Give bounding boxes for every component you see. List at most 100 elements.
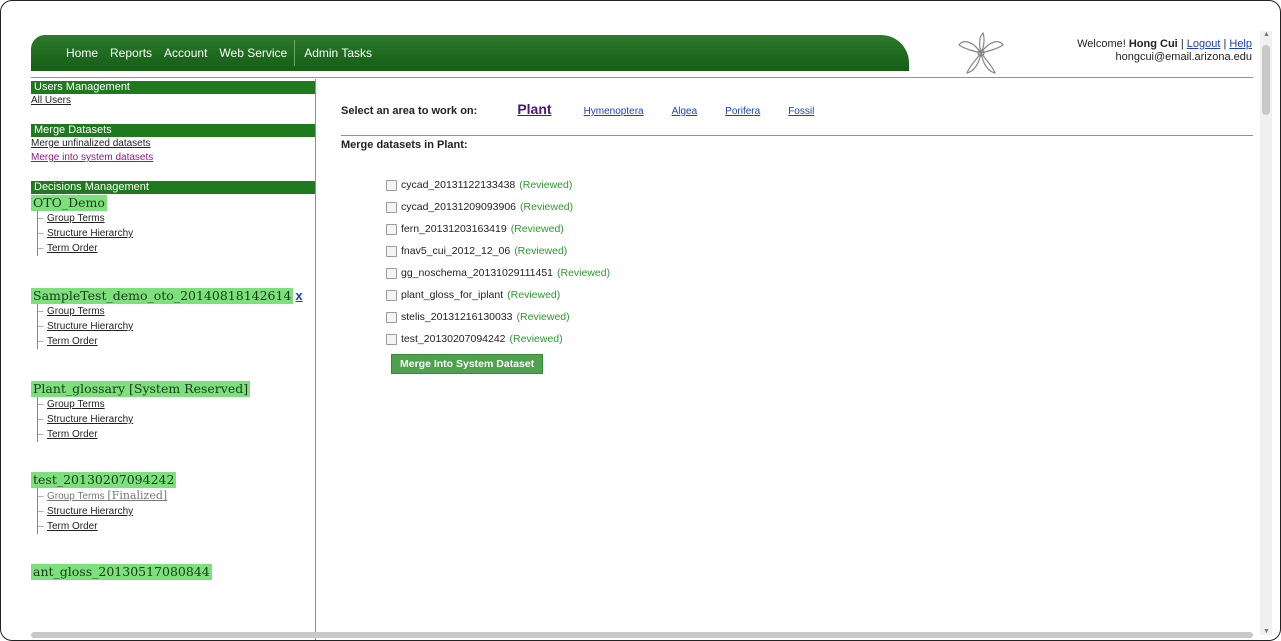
separator: | <box>1180 38 1184 50</box>
project-links: Group Terms Structure Hierarchy Term Ord… <box>37 397 315 442</box>
group-terms-link[interactable]: Group Terms <box>38 211 315 226</box>
term-order-link[interactable]: Term Order <box>38 241 315 256</box>
logout-link[interactable]: Logout <box>1187 38 1221 50</box>
dataset-name: stelis_20131216130033 <box>401 311 513 323</box>
scroll-down-icon[interactable]: ▼ <box>1263 628 1270 635</box>
merge-unfinalized-link[interactable]: Merge unfinalized datasets <box>31 137 315 151</box>
dataset-checkbox[interactable] <box>386 311 397 323</box>
area-select-label: Select an area to work on: <box>341 105 478 117</box>
merge-section-title: Merge datasets in Plant: <box>341 139 468 151</box>
nav-account[interactable]: Account <box>159 46 212 60</box>
finalized-note: [Finalized] <box>107 489 168 502</box>
area-selector: Select an area to work on: Plant Hymenop… <box>341 101 842 117</box>
dataset-status: (Reviewed) <box>514 245 568 257</box>
dataset-row: fern_20131203163419 (Reviewed) <box>386 218 610 240</box>
dataset-name: fnav5_cui_2012_12_06 <box>401 245 511 257</box>
term-order-link[interactable]: Term Order <box>38 519 315 534</box>
merge-system-link[interactable]: Merge into system datasets <box>31 151 315 165</box>
structure-hierarchy-link[interactable]: Structure Hierarchy <box>38 319 315 334</box>
project-block: ant_gloss_20130517080844 <box>31 564 315 580</box>
dataset-row: plant_gloss_for_iplant (Reviewed) <box>386 284 610 306</box>
group-terms-link[interactable]: Group Terms [Finalized] <box>38 488 315 504</box>
user-name: Hong Cui <box>1128 38 1178 50</box>
project-links: Group Terms [Finalized] Structure Hierar… <box>37 488 315 534</box>
dataset-status: (Reviewed) <box>516 311 570 323</box>
project-links: Group Terms Structure Hierarchy Term Ord… <box>37 211 315 256</box>
horizontal-scrollbar[interactable] <box>31 632 1253 638</box>
dataset-status: (Reviewed) <box>509 333 563 345</box>
delete-project-link[interactable]: x <box>295 288 302 303</box>
dataset-name: test_20130207094242 <box>401 333 506 345</box>
project-name: ant_gloss_20130517080844 <box>31 564 212 580</box>
dataset-status: (Reviewed) <box>519 179 573 191</box>
term-order-link[interactable]: Term Order <box>38 427 315 442</box>
structure-hierarchy-link[interactable]: Structure Hierarchy <box>38 226 315 241</box>
dataset-name: cycad_20131209093906 <box>401 201 517 213</box>
project-name: OTO_Demo <box>31 195 107 211</box>
user-welcome: Welcome! Hong Cui | Logout | Help hongcu… <box>1077 38 1252 64</box>
dataset-checkbox[interactable] <box>386 223 397 235</box>
scroll-up-icon[interactable]: ▲ <box>1263 31 1270 38</box>
browser-frame: Home Reports Account Web Service Admin T… <box>0 0 1281 641</box>
structure-hierarchy-link[interactable]: Structure Hierarchy <box>38 504 315 519</box>
dataset-status: (Reviewed) <box>520 201 574 213</box>
group-terms-link[interactable]: Group Terms <box>38 304 315 319</box>
dataset-checkbox[interactable] <box>386 201 397 213</box>
area-link-fossil[interactable]: Fossil <box>788 106 814 117</box>
sidebar: Users Management All Users Merge Dataset… <box>31 79 316 640</box>
dataset-row: fnav5_cui_2012_12_06 (Reviewed) <box>386 240 610 262</box>
nav-home[interactable]: Home <box>61 46 103 60</box>
nav-reports[interactable]: Reports <box>105 46 157 60</box>
dataset-row: stelis_20131216130033 (Reviewed) <box>386 306 610 328</box>
area-link-porifera[interactable]: Porifera <box>725 106 760 117</box>
dataset-list: cycad_20131122133438 (Reviewed) cycad_201… <box>386 174 610 350</box>
merge-into-system-button[interactable]: Merge Into System Dataset <box>391 354 544 374</box>
nav-admin-tasks[interactable]: Admin Tasks <box>299 46 377 60</box>
flower-logo-icon <box>958 31 1004 74</box>
dataset-name: gg_noschema_20131029111451 <box>401 267 553 279</box>
structure-hierarchy-link[interactable]: Structure Hierarchy <box>38 412 315 427</box>
main-content: Select an area to work on: Plant Hymenop… <box>331 79 1253 637</box>
project-name: Plant_glossary [System Reserved] <box>31 381 251 397</box>
dataset-row: test_20130207094242 (Reviewed) <box>386 328 610 350</box>
help-link[interactable]: Help <box>1229 38 1252 50</box>
dataset-name: cycad_20131122133438 <box>401 179 516 191</box>
vertical-scrollbar[interactable]: ▲ ▼ <box>1260 31 1272 635</box>
dataset-checkbox[interactable] <box>386 179 397 191</box>
group-terms-link[interactable]: Group Terms <box>38 397 315 412</box>
project-block: test_20130207094242 Group Terms [Finaliz… <box>31 472 315 534</box>
project-name: test_20130207094242 <box>31 472 177 488</box>
project-block: OTO_Demo Group Terms Structure Hierarchy… <box>31 195 315 256</box>
area-link-hymenoptera[interactable]: Hymenoptera <box>584 106 644 117</box>
project-block: SampleTest_demo_oto_20140818142614x Grou… <box>31 288 315 349</box>
scrollbar-thumb[interactable] <box>1262 45 1270 115</box>
group-terms-label: Group Terms <box>47 491 105 502</box>
dataset-status: (Reviewed) <box>507 289 561 301</box>
dataset-row: cycad_20131209093906 (Reviewed) <box>386 196 610 218</box>
project-block: Plant_glossary [System Reserved] Group T… <box>31 381 315 442</box>
term-order-link[interactable]: Term Order <box>38 334 315 349</box>
dataset-name: fern_20131203163419 <box>401 223 507 235</box>
content-divider <box>341 135 1253 136</box>
area-link-algea[interactable]: Algea <box>672 106 698 117</box>
main-nav: Home Reports Account Web Service Admin T… <box>31 35 909 71</box>
project-name: SampleTest_demo_oto_20140818142614 <box>31 288 294 304</box>
decisions-management-heading: Decisions Management <box>31 181 315 194</box>
merge-datasets-heading: Merge Datasets <box>31 124 315 137</box>
nav-separator <box>294 40 296 66</box>
dataset-checkbox[interactable] <box>386 267 397 279</box>
user-email: hongcui@email.arizona.edu <box>1115 51 1252 63</box>
dataset-checkbox[interactable] <box>386 289 397 301</box>
area-link-plant[interactable]: Plant <box>517 101 551 117</box>
dataset-checkbox[interactable] <box>386 245 397 257</box>
welcome-text: Welcome! <box>1077 38 1126 50</box>
all-users-link[interactable]: All Users <box>31 94 315 108</box>
nav-web-service[interactable]: Web Service <box>214 46 292 60</box>
dataset-row: cycad_20131122133438 (Reviewed) <box>386 174 610 196</box>
dataset-name: plant_gloss_for_iplant <box>401 289 504 301</box>
dataset-status: (Reviewed) <box>510 223 564 235</box>
dataset-checkbox[interactable] <box>386 333 397 345</box>
dataset-status: (Reviewed) <box>557 267 611 279</box>
separator: | <box>1223 38 1227 50</box>
users-management-heading: Users Management <box>31 81 315 94</box>
